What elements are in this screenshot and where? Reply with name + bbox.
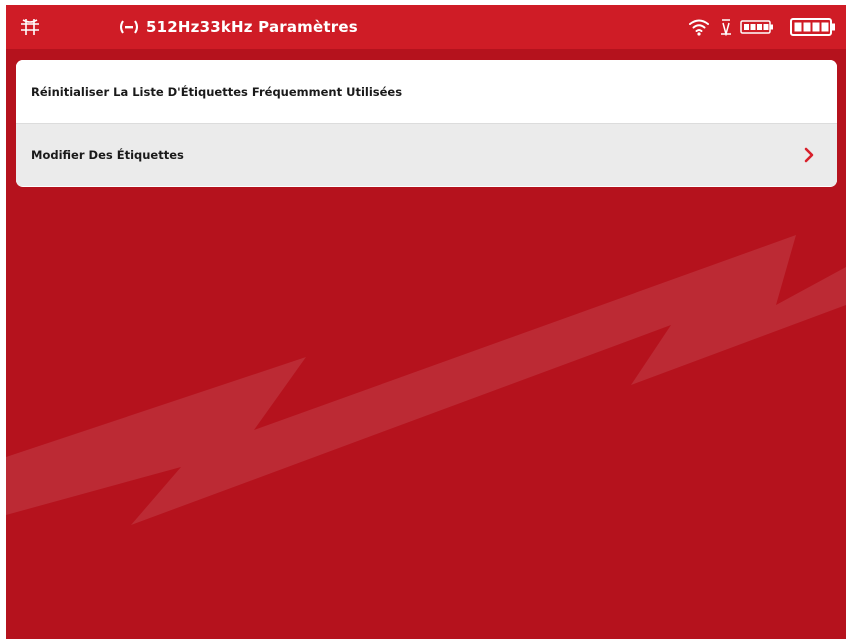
settings-menu-panel: Réinitialiser La Liste D'Étiquettes Fréq… [16, 60, 837, 187]
screen: 512Hz33kHz Paramètres Réinitialiser La L… [6, 5, 846, 639]
chevron-right-icon [804, 147, 814, 163]
wifi-icon [689, 19, 709, 36]
battery-main-icon [790, 18, 835, 36]
antenna-icon [721, 19, 731, 36]
edit-labels-item[interactable]: Modifier Des Étiquettes [16, 123, 837, 186]
frequency-range-icon [120, 20, 138, 34]
grid-globe-icon[interactable] [20, 18, 40, 36]
battery-small-icon [740, 20, 773, 34]
edit-labels-label: Modifier Des Étiquettes [31, 148, 184, 162]
status-bar: 512Hz33kHz Paramètres [6, 5, 846, 49]
status-title-group: 512Hz33kHz Paramètres [118, 16, 358, 38]
reset-frequent-labels-label: Réinitialiser La Liste D'Étiquettes Fréq… [31, 84, 403, 99]
status-title: 512Hz33kHz Paramètres [146, 18, 358, 36]
reset-frequent-labels-item[interactable]: Réinitialiser La Liste D'Étiquettes Fréq… [16, 60, 837, 123]
status-indicators [688, 15, 836, 39]
